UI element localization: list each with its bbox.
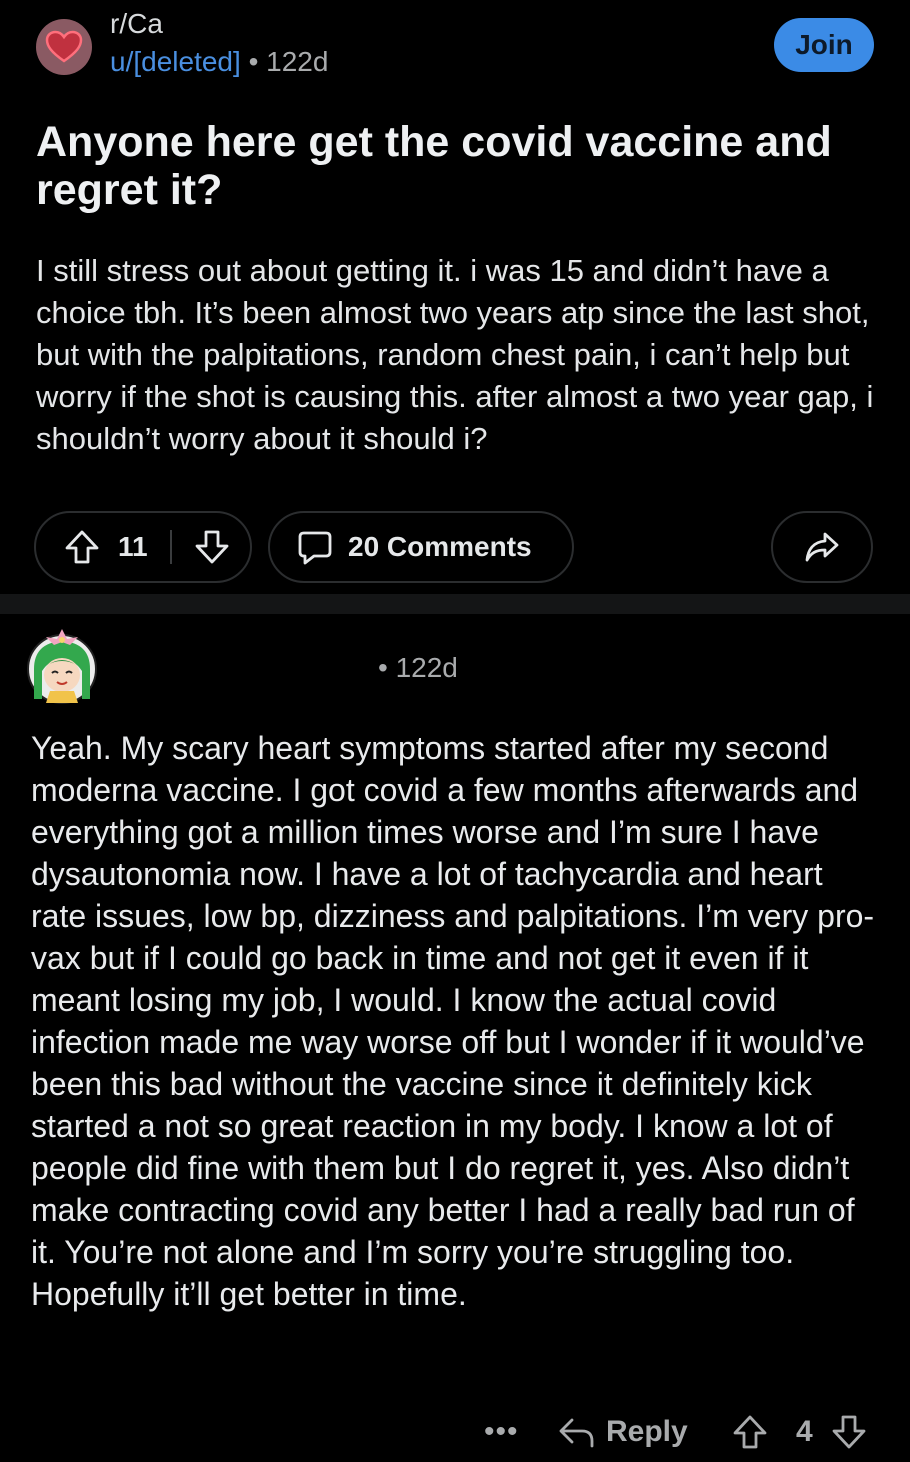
reply-label: Reply — [606, 1415, 688, 1448]
post-vote-bar: 11 — [34, 511, 252, 583]
heart-icon — [45, 30, 83, 63]
reply-button[interactable]: Reply — [556, 1408, 688, 1456]
comment-vote-bar: 4 — [730, 1408, 869, 1456]
vote-divider — [169, 530, 172, 564]
comment-meta: • 122d — [378, 652, 458, 684]
meta-separator: • — [378, 652, 388, 683]
post-meta: u/[deleted] • 122d — [110, 46, 328, 78]
subreddit-avatar[interactable] — [36, 19, 92, 75]
meta-separator: • — [248, 46, 259, 77]
comments-button[interactable]: 20 Comments — [268, 511, 574, 583]
commenter-avatar[interactable] — [24, 625, 100, 705]
subreddit-name[interactable]: r/Ca — [110, 8, 163, 40]
post-body: I still stress out about getting it. i w… — [36, 253, 874, 456]
join-button[interactable]: Join — [774, 18, 874, 72]
arrow-up-icon[interactable] — [62, 527, 102, 567]
reply-arrow-icon — [556, 1412, 596, 1452]
comment-age: 122d — [395, 652, 458, 683]
speech-bubble-icon — [296, 528, 334, 566]
comments-count: 20 Comments — [348, 531, 532, 562]
share-button[interactable] — [771, 511, 873, 583]
arrow-down-icon[interactable] — [192, 527, 232, 567]
section-divider — [0, 594, 910, 614]
post-age: 122d — [266, 46, 329, 77]
author-link[interactable]: u/[deleted] — [110, 46, 241, 77]
more-options-button[interactable]: ••• — [484, 1408, 519, 1456]
arrow-up-icon[interactable] — [730, 1412, 770, 1452]
post-title: Anyone here get the covid vaccine and re… — [36, 118, 832, 214]
arrow-down-icon[interactable] — [829, 1412, 869, 1452]
post-score: 11 — [118, 531, 148, 562]
comment-body: Yeah. My scary heart symptoms started af… — [31, 730, 875, 1312]
comment-score: 4 — [796, 1415, 813, 1448]
share-arrow-icon — [803, 528, 841, 566]
